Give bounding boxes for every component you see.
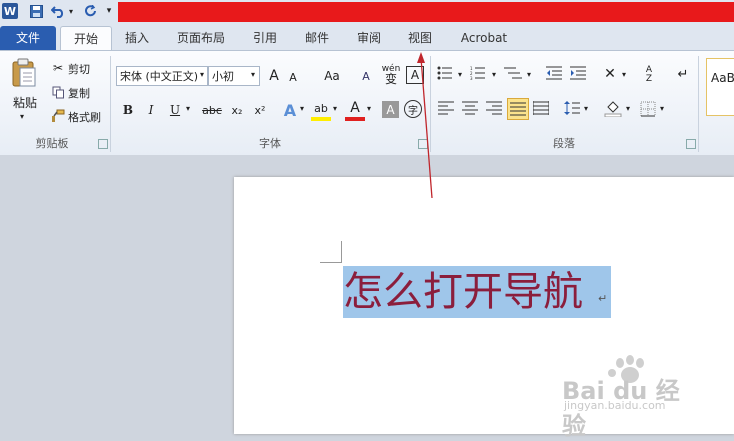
enclose-characters-icon[interactable]: 字 bbox=[404, 100, 422, 118]
font-group-label: 字体 bbox=[259, 137, 281, 150]
tab-acrobat[interactable]: Acrobat bbox=[452, 26, 516, 50]
style-sample-text: AaB bbox=[711, 71, 734, 85]
undo-icon[interactable] bbox=[50, 3, 66, 19]
bullets-icon[interactable] bbox=[437, 66, 457, 84]
group-separator bbox=[110, 56, 111, 152]
paste-dropdown-icon[interactable]: ▾ bbox=[20, 112, 24, 121]
numbering-dropdown-icon[interactable]: ▾ bbox=[492, 70, 496, 79]
text-effects-icon[interactable]: A bbox=[280, 99, 300, 121]
decrease-indent-icon[interactable] bbox=[546, 66, 564, 84]
save-icon[interactable] bbox=[28, 3, 44, 19]
text-effects-dropdown-icon[interactable]: ▾ bbox=[300, 104, 304, 113]
italic-button[interactable]: I bbox=[142, 100, 160, 120]
format-painter-button[interactable]: 格式刷 bbox=[68, 109, 101, 125]
margin-corner-mark bbox=[320, 262, 342, 263]
paste-button[interactable]: 粘贴 bbox=[10, 94, 40, 110]
sort-icon[interactable]: AZ bbox=[640, 64, 658, 86]
copy-button[interactable]: 复制 bbox=[68, 85, 90, 101]
underline-dropdown-icon[interactable]: ▾ bbox=[186, 104, 190, 113]
clipboard-launcher-icon[interactable] bbox=[98, 139, 108, 149]
bold-button[interactable]: B bbox=[119, 100, 137, 120]
bullets-dropdown-icon[interactable]: ▾ bbox=[458, 70, 462, 79]
chinese-layout-icon[interactable]: ✕ bbox=[600, 64, 620, 84]
line-spacing-icon[interactable] bbox=[564, 100, 582, 118]
cut-button[interactable]: 剪切 bbox=[68, 61, 90, 77]
tab-home[interactable]: 开始 bbox=[60, 26, 112, 51]
copy-icon[interactable] bbox=[50, 84, 66, 100]
font-name-chevron-icon[interactable]: ▾ bbox=[200, 70, 204, 79]
phonetic-guide-char: 变 bbox=[384, 72, 397, 86]
style-gallery-item-normal[interactable]: AaB bbox=[706, 58, 734, 116]
align-left-icon[interactable] bbox=[438, 101, 456, 117]
numbering-icon[interactable]: 123 bbox=[470, 66, 490, 84]
strikethrough-button[interactable]: abc bbox=[200, 100, 224, 120]
character-shading-icon[interactable]: A bbox=[382, 101, 399, 118]
title-redaction-bar bbox=[118, 2, 734, 22]
multilevel-dropdown-icon[interactable]: ▾ bbox=[527, 70, 531, 79]
borders-dropdown-icon[interactable]: ▾ bbox=[660, 104, 664, 113]
shading-icon[interactable] bbox=[604, 99, 624, 119]
tab-page-layout[interactable]: 页面布局 bbox=[170, 26, 232, 50]
change-case-icon[interactable]: Aa bbox=[318, 66, 346, 86]
grow-font-icon[interactable]: A bbox=[265, 66, 283, 86]
format-painter-icon[interactable] bbox=[50, 108, 66, 124]
font-color-dropdown-icon[interactable]: ▾ bbox=[367, 104, 371, 113]
highlight-dropdown-icon[interactable]: ▾ bbox=[333, 104, 337, 113]
undo-dropdown-icon[interactable]: ▾ bbox=[66, 3, 76, 19]
font-size-chevron-icon[interactable]: ▾ bbox=[251, 70, 255, 79]
underline-button[interactable]: U bbox=[166, 100, 184, 120]
paragraph-mark: ↵ bbox=[598, 292, 608, 305]
phonetic-guide-icon[interactable]: wén 变 bbox=[381, 62, 401, 86]
margin-corner-mark bbox=[341, 241, 342, 263]
justify-icon[interactable] bbox=[507, 98, 529, 120]
word-app-icon[interactable]: W bbox=[2, 3, 18, 19]
clipboard-group-label: 剪贴板 bbox=[35, 137, 69, 150]
line-spacing-dropdown-icon[interactable]: ▾ bbox=[584, 104, 588, 113]
tab-view[interactable]: 视图 bbox=[400, 26, 440, 50]
align-right-icon[interactable] bbox=[486, 101, 504, 117]
customize-qat-icon[interactable]: ▾ bbox=[104, 3, 114, 19]
multilevel-list-icon[interactable] bbox=[504, 66, 524, 84]
tab-review[interactable]: 审阅 bbox=[349, 26, 389, 50]
chinese-layout-dropdown-icon[interactable]: ▾ bbox=[622, 70, 626, 79]
paragraph-group-label: 段落 bbox=[553, 137, 575, 150]
shrink-font-icon[interactable]: A bbox=[285, 68, 301, 86]
baidu-watermark: Bai du 经验 jingyan.baidu.com bbox=[562, 355, 702, 440]
character-border-icon[interactable]: A bbox=[406, 66, 424, 84]
tab-references[interactable]: 引用 bbox=[245, 26, 285, 50]
distributed-icon[interactable] bbox=[532, 101, 551, 117]
group-separator bbox=[698, 56, 699, 152]
font-launcher-icon[interactable] bbox=[418, 139, 428, 149]
highlight-icon[interactable]: ab bbox=[311, 99, 331, 121]
tab-insert[interactable]: 插入 bbox=[117, 26, 157, 50]
tab-mailings[interactable]: 邮件 bbox=[297, 26, 337, 50]
font-color-icon[interactable]: A bbox=[345, 99, 365, 121]
increase-indent-icon[interactable] bbox=[570, 66, 588, 84]
watermark-url-text: jingyan.baidu.com bbox=[564, 399, 666, 412]
paragraph-launcher-icon[interactable] bbox=[686, 139, 696, 149]
cut-icon[interactable]: ✂ bbox=[50, 60, 66, 76]
svg-text:3: 3 bbox=[470, 76, 473, 80]
selected-document-text[interactable]: 怎么打开导航 bbox=[343, 266, 611, 318]
borders-icon[interactable] bbox=[640, 101, 656, 117]
font-name-dropdown[interactable]: 宋体 (中文正文) bbox=[116, 66, 208, 86]
redo-icon[interactable] bbox=[82, 3, 98, 19]
group-separator bbox=[430, 56, 431, 152]
show-marks-icon[interactable]: ↵ bbox=[675, 64, 691, 84]
shading-dropdown-icon[interactable]: ▾ bbox=[626, 104, 630, 113]
align-center-icon[interactable] bbox=[462, 101, 480, 117]
superscript-button[interactable]: x² bbox=[250, 100, 270, 120]
clear-formatting-icon[interactable]: A bbox=[357, 64, 375, 88]
paste-icon[interactable] bbox=[8, 56, 40, 90]
tab-file[interactable]: 文件 bbox=[0, 26, 56, 50]
subscript-button[interactable]: x₂ bbox=[227, 100, 247, 120]
